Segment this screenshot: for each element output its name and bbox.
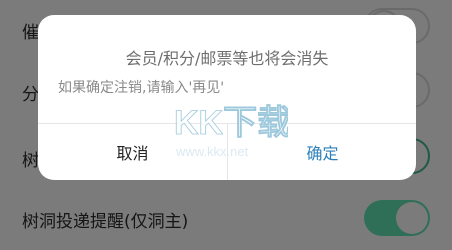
settings-row-label: 树洞投递提醒(仅洞主)	[22, 212, 189, 232]
dialog-message: 如果确定注销,请输入'再见'	[58, 80, 225, 96]
confirm-dialog: 会员/积分/邮票等也将会消失 如果确定注销,请输入'再见' 取消 确定	[38, 15, 416, 180]
settings-row[interactable]: 树洞投递提醒(仅洞主)	[0, 190, 452, 246]
settings-row-label: 树	[22, 151, 39, 171]
settings-row-label: 分	[22, 85, 39, 105]
confirm-button[interactable]: 确定	[228, 124, 416, 180]
dialog-header: 会员/积分/邮票等也将会消失	[125, 49, 329, 68]
settings-row-label: 催	[22, 23, 39, 43]
cancel-button[interactable]: 取消	[38, 124, 227, 180]
toggle-switch[interactable]	[364, 200, 430, 236]
toggle-knob	[396, 202, 428, 234]
